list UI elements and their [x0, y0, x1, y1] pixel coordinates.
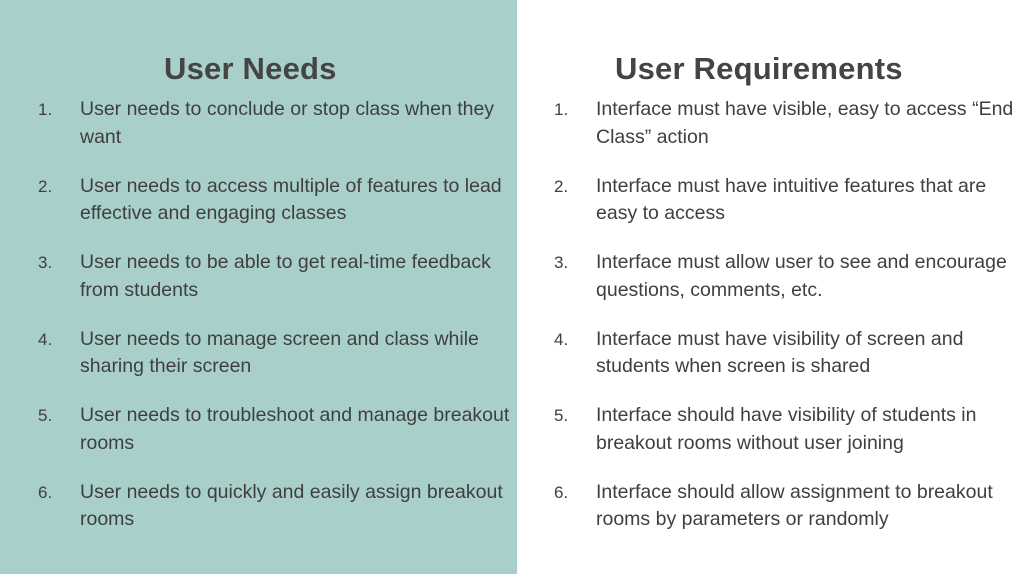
slide: User Needs 1. User needs to conclude or … — [0, 0, 1030, 574]
user-needs-panel: User Needs 1. User needs to conclude or … — [0, 0, 517, 574]
list-item: 5. Interface should have visibility of s… — [554, 402, 1024, 479]
list-item: 4. Interface must have visibility of scr… — [554, 326, 1024, 403]
user-needs-list: 1. User needs to conclude or stop class … — [38, 96, 510, 556]
item-number: 3. — [38, 253, 53, 272]
item-number: 1. — [38, 100, 53, 119]
item-number: 6. — [554, 482, 569, 502]
item-number: 1. — [554, 100, 569, 119]
item-text: Interface must have visible, easy to acc… — [596, 98, 1014, 148]
item-number: 2. — [554, 176, 569, 196]
list-item: 2. User needs to access multiple of feat… — [38, 173, 508, 250]
item-text: User needs to manage screen and class wh… — [80, 327, 479, 378]
user-requirements-list: 1. Interface must have visible, easy to … — [554, 96, 1024, 555]
list-item: 6. Interface should allow assignment to … — [554, 479, 1024, 556]
user-needs-title: User Needs — [164, 50, 337, 86]
list-item: 4. User needs to manage screen and class… — [38, 326, 508, 403]
item-number: 4. — [38, 329, 53, 349]
list-item: 1. Interface must have visible, easy to … — [554, 96, 1024, 173]
list-item: 5. User needs to troubleshoot and manage… — [38, 402, 510, 479]
item-text: Interface must have visibility of screen… — [596, 327, 964, 378]
list-item: 3. User needs to be able to get real-tim… — [38, 249, 508, 326]
item-text: User needs to troubleshoot and manage br… — [80, 404, 510, 454]
list-item: 2. Interface must have intuitive feature… — [554, 173, 1024, 250]
item-number: 5. — [38, 406, 53, 425]
item-text: Interface should have visibility of stud… — [596, 404, 977, 454]
item-number: 4. — [554, 329, 569, 349]
user-requirements-title: User Requirements — [615, 50, 903, 86]
list-item: 3. Interface must allow user to see and … — [554, 249, 1024, 326]
item-text: User needs to conclude or stop class whe… — [80, 98, 495, 148]
item-text: User needs to be able to get real-time f… — [80, 251, 491, 301]
item-number: 2. — [38, 176, 53, 196]
list-item: 1. User needs to conclude or stop class … — [38, 96, 508, 173]
user-requirements-panel: User Requirements 1. Interface must have… — [517, 0, 1030, 574]
item-number: 5. — [554, 406, 569, 425]
item-text: User needs to quickly and easily assign … — [80, 480, 503, 531]
item-text: User needs to access multiple of feature… — [80, 174, 502, 225]
item-number: 6. — [38, 482, 53, 502]
item-text: Interface must allow user to see and enc… — [596, 251, 1007, 301]
item-text: Interface should allow assignment to bre… — [596, 480, 993, 531]
item-text: Interface must have intuitive features t… — [596, 174, 987, 225]
list-item: 6. User needs to quickly and easily assi… — [38, 479, 508, 556]
item-number: 3. — [554, 253, 569, 272]
